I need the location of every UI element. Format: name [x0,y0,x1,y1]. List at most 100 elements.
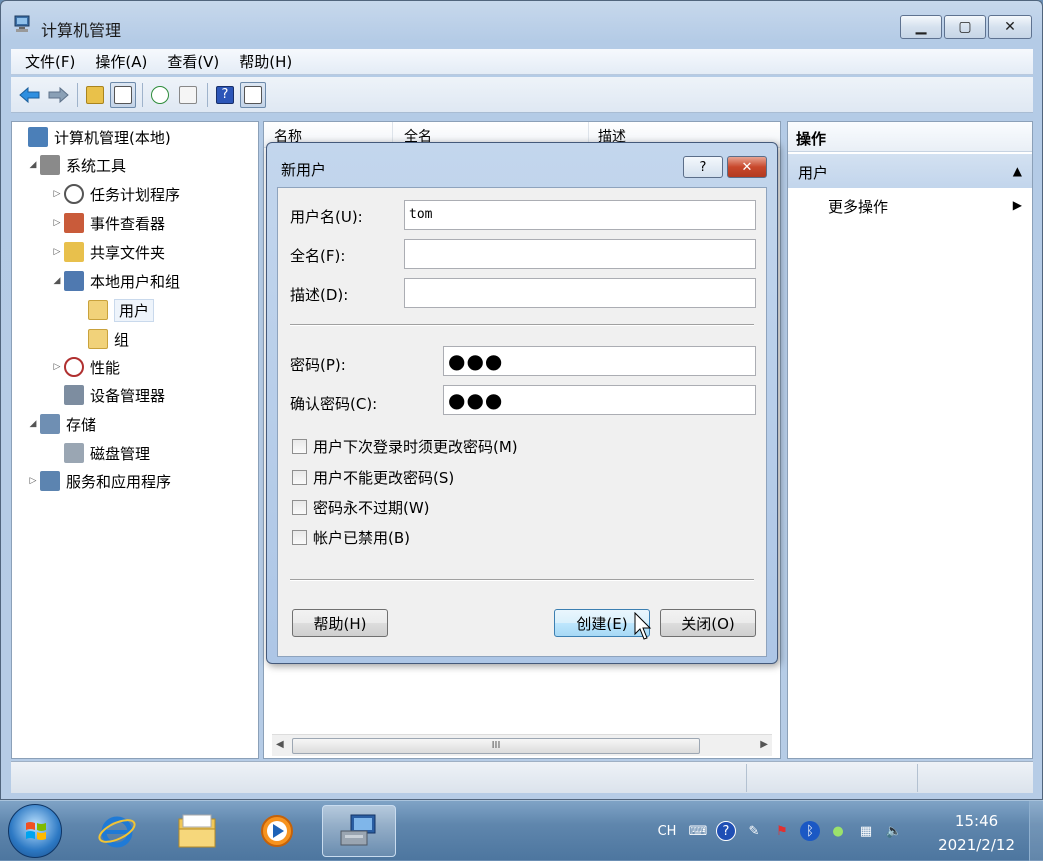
tree-item-performance[interactable]: ▷ 性能 [50,354,120,380]
tree-item-local-users-groups[interactable]: ◢ 本地用户和组 [50,268,180,294]
menu-file[interactable]: 文件(F) [25,51,75,72]
more-actions-item[interactable]: 更多操作 [828,196,888,217]
shared-folder-icon [64,242,84,262]
language-indicator[interactable]: CH [654,821,680,841]
actions-section-label: 用户 [798,164,829,182]
bluetooth-icon[interactable]: ᛒ [800,821,820,841]
menu-help[interactable]: 帮助(H) [239,51,292,72]
dialog-close-button[interactable]: ✕ [727,156,767,178]
tree-item-task-scheduler[interactable]: ▷ 任务计划程序 [50,181,180,207]
checkbox-box[interactable] [292,530,307,545]
help-button[interactable]: ? [212,82,238,108]
tree-expander[interactable]: ▷ [50,189,64,199]
device-manager-icon [64,385,84,405]
tree-item-groups[interactable]: 组 [74,326,129,352]
tree-expander[interactable]: ◢ [50,276,64,286]
minimize-button[interactable]: ▁ [900,15,942,39]
tree-item-system-tools[interactable]: ◢ 系统工具 [26,152,126,178]
export-list-button[interactable] [175,82,201,108]
volume-icon[interactable]: 🔈 [884,821,904,841]
username-label: 用户名(U): [290,208,363,226]
action-center-flag-icon[interactable]: ⚑ [772,821,792,841]
status-divider [917,764,918,792]
mouse-cursor-icon [634,612,652,640]
actions-section-users[interactable]: 用户 ▲ [788,154,1032,188]
taskbar-media-player[interactable] [242,805,312,857]
services-apps-icon [40,471,60,491]
must-change-password-checkbox[interactable]: 用户下次登录时须更改密码(M) [292,436,518,457]
internet-explorer-icon [98,816,136,848]
checkbox-box[interactable] [292,470,307,485]
maximize-button[interactable]: ▢ [944,15,986,39]
menu-view[interactable]: 查看(V) [167,51,219,72]
dialog-title: 新用户 [281,161,327,179]
dialog-help-button[interactable]: ? [683,156,723,178]
collapse-up-icon[interactable]: ▲ [1013,164,1022,178]
taskbar: CH ⌨ ? ✎ ⚑ ᛒ ● ▦ 🔈 15:46 2021/2/12 [0,800,1043,861]
system-clock[interactable]: 15:46 2021/2/12 [938,809,1015,857]
media-player-icon [261,815,293,847]
close-dialog-button[interactable]: 关闭(O) [660,609,756,637]
show-desktop-button[interactable] [1029,801,1043,861]
network-icon[interactable]: ▦ [856,821,876,841]
back-button[interactable] [17,82,43,108]
taskbar-computer-management[interactable] [322,805,396,857]
password-never-expires-checkbox[interactable]: 密码永不过期(W) [292,497,430,518]
status-divider [746,764,747,792]
help-icon[interactable]: ? [716,821,736,841]
start-button[interactable] [8,804,62,858]
scroll-left-icon[interactable]: ◀ [276,739,284,750]
tree-expander[interactable]: ▷ [26,476,40,486]
tree-expander[interactable]: ◢ [26,160,40,170]
checkbox-box[interactable] [292,439,307,454]
system-tools-icon [40,155,60,175]
event-viewer-icon [64,213,84,233]
tree-item-device-manager[interactable]: 设备管理器 [50,382,165,408]
pen-icon[interactable]: ✎ [744,821,764,841]
tree-expander[interactable]: ◢ [26,419,40,429]
scroll-thumb[interactable]: III [292,738,700,754]
windows-logo-icon [26,822,46,840]
forward-button[interactable] [45,82,71,108]
computer-management-icon [340,814,376,846]
show-hide-tree-button[interactable] [110,81,136,108]
tree-expander[interactable]: ▷ [50,218,64,228]
keyboard-icon[interactable]: ⌨ [688,821,708,841]
tree-item-storage[interactable]: ◢ 存储 [26,411,96,437]
tree-item-users[interactable]: 用户 [74,297,155,323]
show-hide-tree-icon [114,85,132,104]
tree-item-services-applications[interactable]: ▷ 服务和应用程序 [26,468,171,494]
checkbox-box[interactable] [292,500,307,515]
title-bar[interactable]: 计算机管理 ▁ ▢ ✕ [1,1,1042,49]
storage-icon [40,414,60,434]
menu-action[interactable]: 操作(A) [95,51,147,72]
computer-management-icon [28,127,48,147]
taskbar-internet-explorer[interactable] [82,805,152,857]
password-input[interactable]: ●●● [443,346,756,376]
maximize-icon: ▢ [958,19,972,35]
fullname-input[interactable] [404,239,756,269]
show-hide-action-pane-button[interactable] [240,81,266,108]
confirm-password-input[interactable]: ●●● [443,385,756,415]
username-input[interactable]: tom [404,200,756,230]
horizontal-scrollbar[interactable]: ◀ III ▶ [272,734,772,756]
menu-bar: 文件(F) 操作(A) 查看(V) 帮助(H) [11,49,1033,75]
tree-item-disk-management[interactable]: 磁盘管理 [50,440,150,466]
tree-expander[interactable]: ▷ [50,362,64,372]
help-button[interactable]: 帮助(H) [292,609,388,637]
cannot-change-password-checkbox[interactable]: 用户不能更改密码(S) [292,467,454,488]
close-button[interactable]: ✕ [988,15,1032,39]
tree-item-event-viewer[interactable]: ▷ 事件查看器 [50,210,165,236]
tree-expander[interactable]: ▷ [50,247,64,257]
description-input[interactable] [404,278,756,308]
taskbar-windows-explorer[interactable] [162,805,232,857]
scroll-right-icon[interactable]: ▶ [760,739,768,750]
up-button[interactable] [82,82,108,108]
password-label: 密码(P): [290,356,346,374]
disk-management-icon [64,443,84,463]
usb-safely-remove-icon[interactable]: ● [828,821,848,841]
refresh-button[interactable] [147,82,173,108]
account-disabled-checkbox[interactable]: 帐户已禁用(B) [292,527,410,548]
tree-item-shared-folders[interactable]: ▷ 共享文件夹 [50,239,165,265]
tree-item-computer-management[interactable]: 计算机管理(本地) [14,124,171,150]
